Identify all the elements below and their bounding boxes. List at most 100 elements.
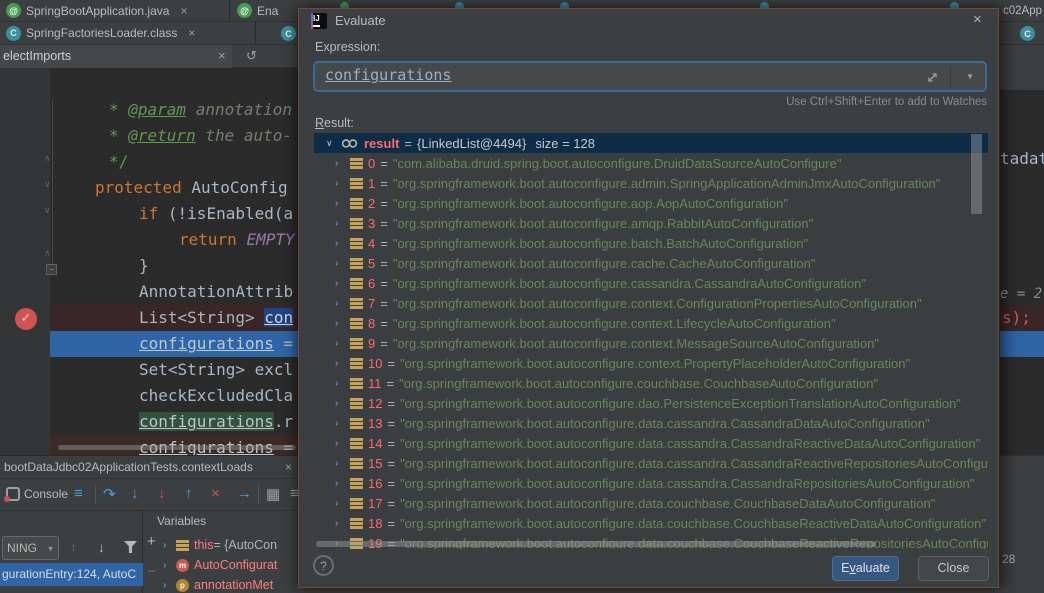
tab-springbootapplication[interactable]: @ SpringBootApplication.java × [0, 0, 230, 21]
result-item-row[interactable]: › 13 = "org.springframework.boot.autoconfig… [314, 413, 988, 433]
step-into-icon[interactable]: ↓ [131, 485, 139, 502]
search-input[interactable]: electImports [0, 45, 232, 68]
close-button[interactable]: Close [918, 556, 989, 581]
chevron-right-icon[interactable]: › [335, 398, 350, 409]
code-line[interactable]: if (!isEnabled(a [50, 201, 298, 227]
chevron-right-icon[interactable]: › [335, 238, 350, 249]
chevron-right-icon[interactable]: › [163, 540, 176, 551]
fold-expand-icon[interactable]: ∨ [44, 180, 56, 189]
expression-value[interactable]: configurations [325, 66, 451, 84]
fold-minus-icon[interactable]: − [46, 264, 57, 275]
tree-vscrollbar[interactable] [971, 134, 982, 214]
result-item-row[interactable]: › 12 = "org.springframework.boot.autoconfig… [314, 393, 988, 413]
code-line[interactable]: } [50, 253, 298, 279]
remove-watch-icon[interactable]: − [147, 563, 156, 580]
right-tab[interactable]: c02App [1000, 0, 1044, 22]
result-item-row[interactable]: › 16 = "org.springframework.boot.autoconfig… [314, 473, 988, 493]
chevron-right-icon[interactable]: › [335, 458, 350, 469]
fold-collapse-icon[interactable]: ∧ [44, 154, 56, 163]
regex-refresh-icon[interactable]: ↺ [246, 48, 257, 64]
stack-frame-row[interactable]: gurationEntry:124, AutoC [0, 563, 143, 586]
code-line[interactable]: configurations.r [50, 409, 298, 435]
thread-dropdown[interactable]: NING ▼ [2, 536, 59, 560]
code-line[interactable]: AnnotationAttrib [50, 279, 298, 305]
layout-menu-icon[interactable]: ≡ [74, 485, 83, 502]
code-line[interactable]: configurations = [50, 331, 298, 357]
result-tree[interactable]: ∨ result = {LinkedList@4494} size = 128 … [314, 133, 988, 549]
run-to-cursor-icon[interactable]: → [237, 485, 252, 502]
result-item-row[interactable]: › 10 = "org.springframework.boot.autoconfig… [314, 353, 988, 373]
result-item-row[interactable]: › 14 = "org.springframework.boot.autoconfig… [314, 433, 988, 453]
code-editor[interactable]: * @param annotation * @return the auto- */… [0, 68, 298, 455]
code-line[interactable]: return EMPTY [50, 227, 298, 253]
expression-combobox[interactable]: configurations ▼ [313, 61, 987, 92]
result-item-row[interactable]: › 8 = "org.springframework.boot.autoconfigu… [314, 313, 988, 333]
chevron-right-icon[interactable]: › [163, 560, 176, 571]
result-item-row[interactable]: › 2 = "org.springframework.boot.autoconfigu… [314, 193, 988, 213]
code-line[interactable]: * @return the auto- [50, 123, 298, 149]
step-out-icon[interactable]: ↑ [185, 485, 193, 502]
chevron-right-icon[interactable]: › [335, 438, 350, 449]
chevron-right-icon[interactable]: › [335, 218, 350, 229]
chevron-right-icon[interactable]: › [335, 418, 350, 429]
console-tab-label[interactable]: Console [24, 487, 68, 501]
result-item-row[interactable]: › 4 = "org.springframework.boot.autoconfigu… [314, 233, 988, 253]
result-item-row[interactable]: › 18 = "org.springframework.boot.autoconfig… [314, 513, 988, 533]
close-icon[interactable]: × [285, 456, 292, 478]
step-over-icon[interactable]: ↷ [103, 485, 116, 503]
result-item-row[interactable]: › 11 = "org.springframework.boot.autoconfig… [314, 373, 988, 393]
chevron-right-icon[interactable]: › [335, 178, 350, 189]
result-item-row[interactable]: › 0 = "com.alibaba.druid.spring.boot.autoco… [314, 153, 988, 173]
chevron-right-icon[interactable]: › [335, 158, 350, 169]
editor-hscrollbar[interactable] [58, 445, 296, 450]
evaluate-expression-icon[interactable]: ▦ [266, 485, 280, 503]
result-item-row[interactable]: › 6 = "org.springframework.boot.autoconfigu… [314, 273, 988, 293]
add-watch-icon[interactable]: + [147, 533, 156, 550]
frame-up-icon[interactable]: ↑ [70, 539, 77, 555]
tab-springfactoriesloader[interactable]: C SpringFactoriesLoader.class × [0, 22, 256, 44]
close-icon[interactable]: × [180, 4, 187, 18]
chevron-right-icon[interactable]: › [335, 338, 350, 349]
variable-row[interactable]: › p annotationMet [163, 575, 298, 593]
chevron-right-icon[interactable]: › [335, 258, 350, 269]
frame-down-icon[interactable]: ↓ [98, 539, 105, 555]
close-icon[interactable]: × [188, 26, 195, 40]
tab-enable-autoconfiguration[interactable]: @ Ena [231, 0, 298, 21]
chevron-right-icon[interactable]: › [163, 580, 176, 591]
chevron-right-icon[interactable]: › [335, 318, 350, 329]
result-item-row[interactable]: › 7 = "org.springframework.boot.autoconfigu… [314, 293, 988, 313]
close-icon[interactable]: × [973, 11, 982, 28]
code-line[interactable]: */ [50, 149, 298, 175]
variable-row[interactable]: › this = {AutoCon [163, 535, 298, 555]
chevron-right-icon[interactable]: › [335, 478, 350, 489]
result-item-row[interactable]: › 15 = "org.springframework.boot.autoconfig… [314, 453, 988, 473]
chevron-right-icon[interactable]: › [335, 358, 350, 369]
result-item-row[interactable]: › 17 = "org.springframework.boot.autoconfig… [314, 493, 988, 513]
result-item-row[interactable]: › 9 = "org.springframework.boot.autoconfigu… [314, 333, 988, 353]
fold-expand-icon[interactable]: ∨ [44, 206, 56, 215]
chevron-right-icon[interactable]: › [335, 498, 350, 509]
chevron-right-icon[interactable]: › [335, 378, 350, 389]
code-line[interactable]: protected AutoConfig [50, 175, 298, 201]
clear-search-icon[interactable]: × [218, 48, 226, 63]
chevron-right-icon[interactable]: › [335, 198, 350, 209]
result-root-row[interactable]: ∨ result = {LinkedList@4494} size = 128 [314, 133, 988, 153]
chevron-right-icon[interactable]: › [335, 278, 350, 289]
chevron-down-icon[interactable]: ▼ [966, 72, 974, 81]
fold-collapse-icon[interactable]: ∧ [44, 249, 56, 258]
chevron-right-icon[interactable]: › [335, 518, 350, 529]
code-line[interactable]: List<String> con [50, 305, 298, 331]
breakpoint-icon[interactable]: ✓ [15, 308, 37, 330]
result-item-row[interactable]: › 3 = "org.springframework.boot.autoconfigu… [314, 213, 988, 233]
expand-icon[interactable] [926, 71, 939, 84]
tree-hscrollbar[interactable] [316, 541, 876, 547]
drop-frame-icon[interactable]: × [211, 485, 220, 502]
result-item-row[interactable]: › 5 = "org.springframework.boot.autoconfigu… [314, 253, 988, 273]
chevron-right-icon[interactable]: › [335, 298, 350, 309]
chevron-down-icon[interactable]: ∨ [326, 138, 341, 149]
run-config-tab[interactable]: bootDataJdbc02ApplicationTests.contextLo… [0, 455, 298, 478]
code-line[interactable]: Set<String> excl [50, 357, 298, 383]
variable-row[interactable]: › m AutoConfigurat [163, 555, 298, 575]
code-line[interactable]: * @param annotation [50, 97, 298, 123]
force-step-into-icon[interactable]: ↓ [158, 485, 166, 502]
